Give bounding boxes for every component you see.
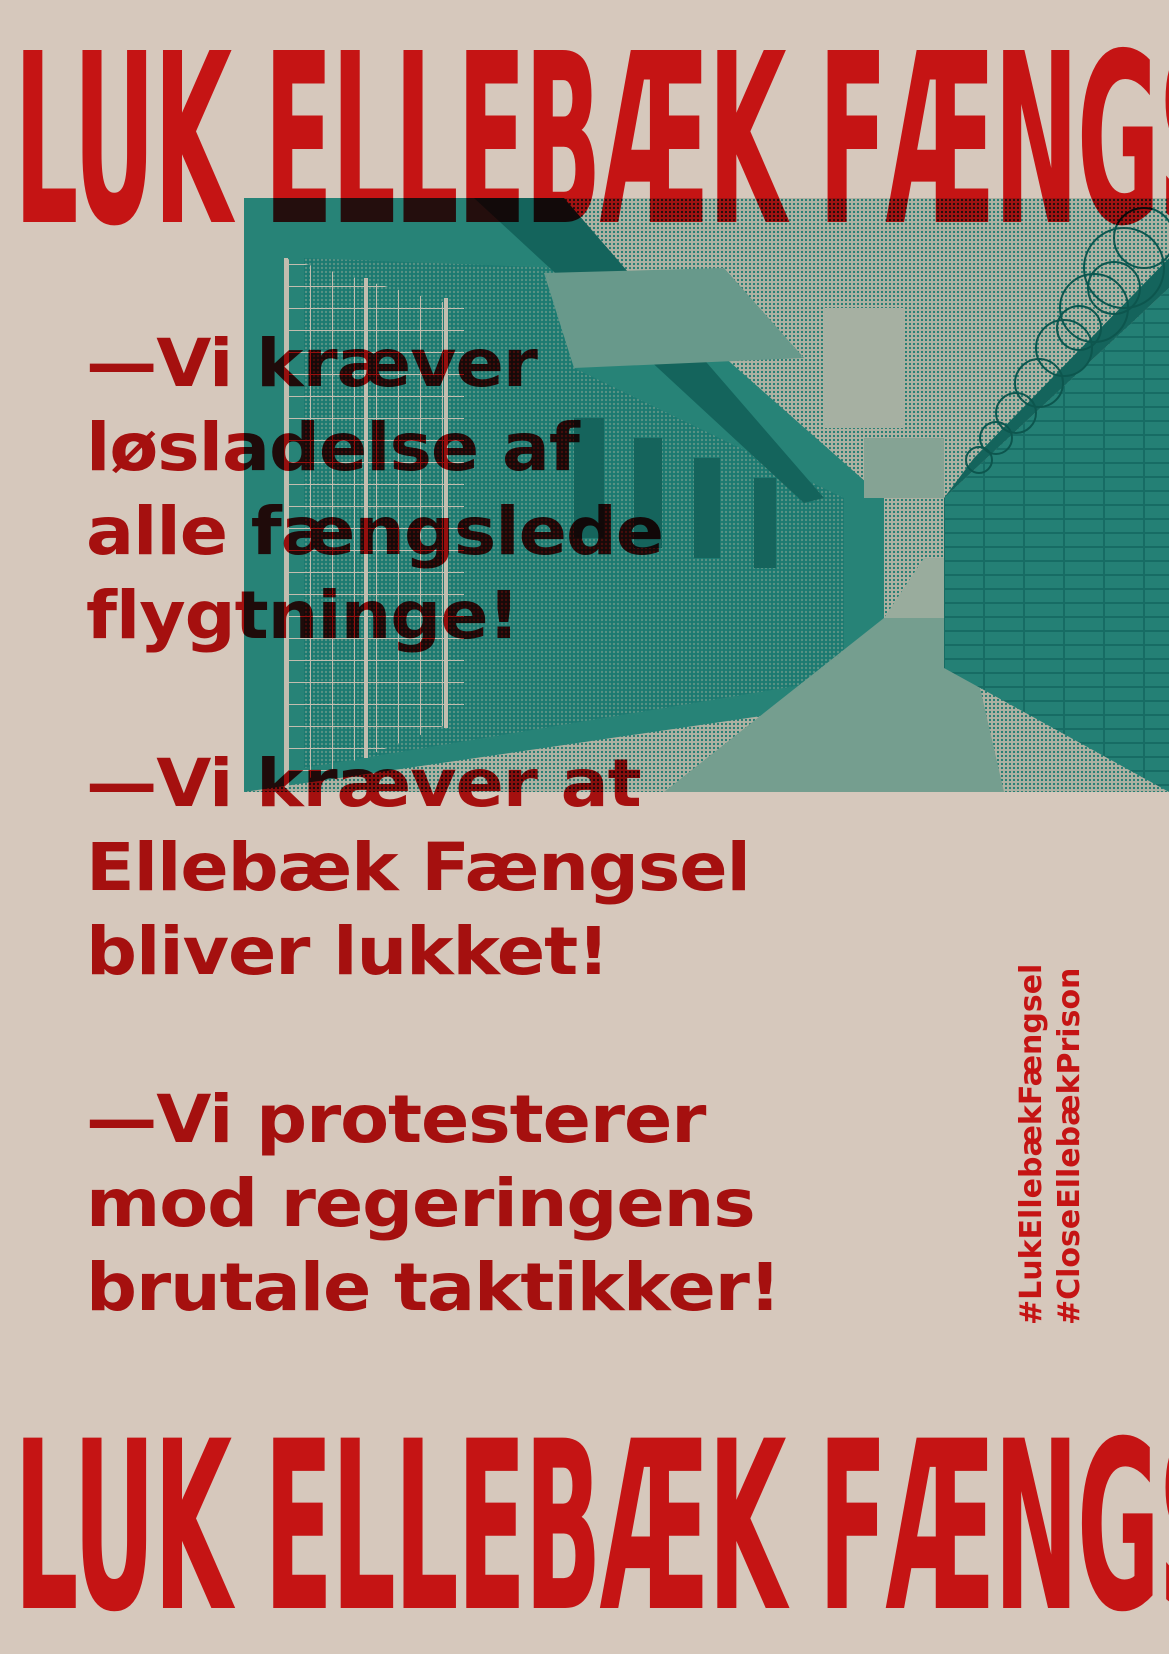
demand-line: bliver lukket! xyxy=(86,913,610,990)
demand-protest-tactics: —Vi protesterer mod regeringens brutale … xyxy=(86,1078,906,1330)
hashtag-danish: #LukEllebækFængsel xyxy=(1014,963,1049,1325)
demand-line: brutale taktikker! xyxy=(86,1249,781,1326)
headline-bottom: LUK ELLEBÆK FÆNGSEL xyxy=(14,1390,1169,1654)
protest-poster: LUK ELLEBÆK FÆNGSEL xyxy=(0,0,1169,1654)
demand-line: mod regeringens xyxy=(86,1165,756,1242)
hashtag-english: #CloseEllebækPrison xyxy=(1052,967,1087,1325)
demand-close-prison: —Vi kræver at Ellebæk Fængsel bliver luk… xyxy=(86,742,906,994)
demand-line: løsladelse af xyxy=(86,409,580,486)
demand-line: Ellebæk Fængsel xyxy=(86,829,751,906)
demand-line: —Vi protesterer xyxy=(86,1081,706,1158)
demand-line: flygtninge! xyxy=(86,577,520,654)
demand-line: alle fængslede xyxy=(86,493,664,570)
demand-line: —Vi kræver xyxy=(86,325,538,402)
demand-release-refugees: —Vi kræver løsladelse af alle fængslede … xyxy=(86,322,906,658)
demands-list: —Vi kræver løsladelse af alle fængslede … xyxy=(86,322,906,1330)
demand-line: —Vi kræver at xyxy=(86,745,642,822)
hashtags: #LukEllebækFængsel #CloseEllebækPrison xyxy=(1013,945,1089,1325)
